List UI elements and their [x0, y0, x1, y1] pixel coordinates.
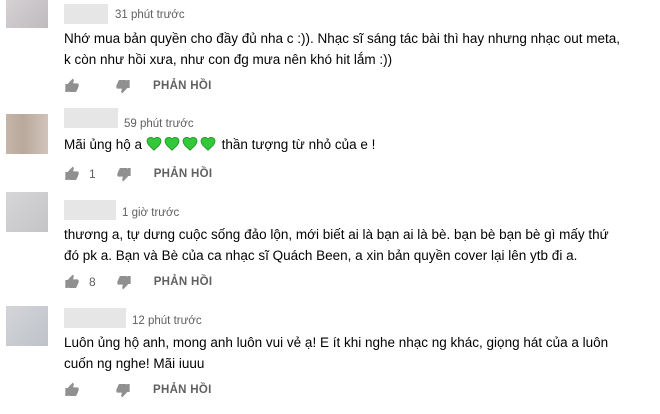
author-name[interactable] [64, 108, 118, 128]
reply-button[interactable]: PHẢN HỒI [154, 276, 213, 288]
thumbs-up-icon[interactable] [64, 274, 80, 290]
thumbs-up-icon[interactable] [64, 382, 80, 398]
comment-text: Nhớ mua bản quyền cho đầy đủ nha c :)). … [64, 31, 620, 67]
comment-text: thương a, tự dưng cuộc sống đảo lộn, mới… [64, 227, 609, 263]
avatar[interactable] [6, 0, 48, 28]
avatar[interactable] [6, 306, 48, 346]
green-heart-icon [146, 136, 162, 151]
green-heart-icon [200, 136, 216, 151]
like-count: 1 [89, 167, 96, 181]
comment-timestamp[interactable]: 12 phút trước [132, 315, 202, 327]
reply-button[interactable]: PHẢN HỒI [153, 80, 212, 92]
reply-button[interactable]: PHẢN HỒI [153, 384, 212, 396]
author-name[interactable] [64, 200, 116, 220]
comment-timestamp[interactable]: 59 phút trước [124, 118, 194, 130]
author-name[interactable] [64, 4, 108, 24]
author-name[interactable] [64, 308, 126, 328]
comment-actions: PHẢN HỒI [64, 76, 212, 96]
thumbs-up-icon[interactable] [64, 166, 80, 182]
thumbs-down-icon[interactable] [116, 166, 132, 182]
avatar[interactable] [6, 192, 48, 232]
comment-actions: 1 PHẢN HỒI [64, 164, 212, 184]
comment-text: Mãi ủng hộ a thần tượng từ nhỏ của e ! [64, 136, 376, 152]
avatar[interactable] [6, 114, 48, 154]
green-heart-icon [164, 136, 180, 151]
green-heart-icon [182, 136, 198, 151]
comment-actions: 8 PHẢN HỒI [64, 272, 212, 292]
emoji-group [146, 136, 222, 152]
comment-text: Luôn ủng hộ anh, mong anh luôn vui vẻ ạ!… [64, 335, 609, 371]
like-count: 8 [89, 275, 96, 289]
thumbs-down-icon[interactable] [116, 274, 132, 290]
comment-timestamp[interactable]: 1 giờ trước [122, 207, 179, 219]
thumbs-down-icon[interactable] [115, 78, 131, 94]
reply-button[interactable]: PHẢN HỒI [154, 168, 213, 180]
thumbs-down-icon[interactable] [115, 382, 131, 398]
comment-actions: PHẢN HỒI [64, 380, 212, 400]
thumbs-up-icon[interactable] [64, 78, 80, 94]
comment-timestamp[interactable]: 31 phút trước [115, 9, 185, 21]
